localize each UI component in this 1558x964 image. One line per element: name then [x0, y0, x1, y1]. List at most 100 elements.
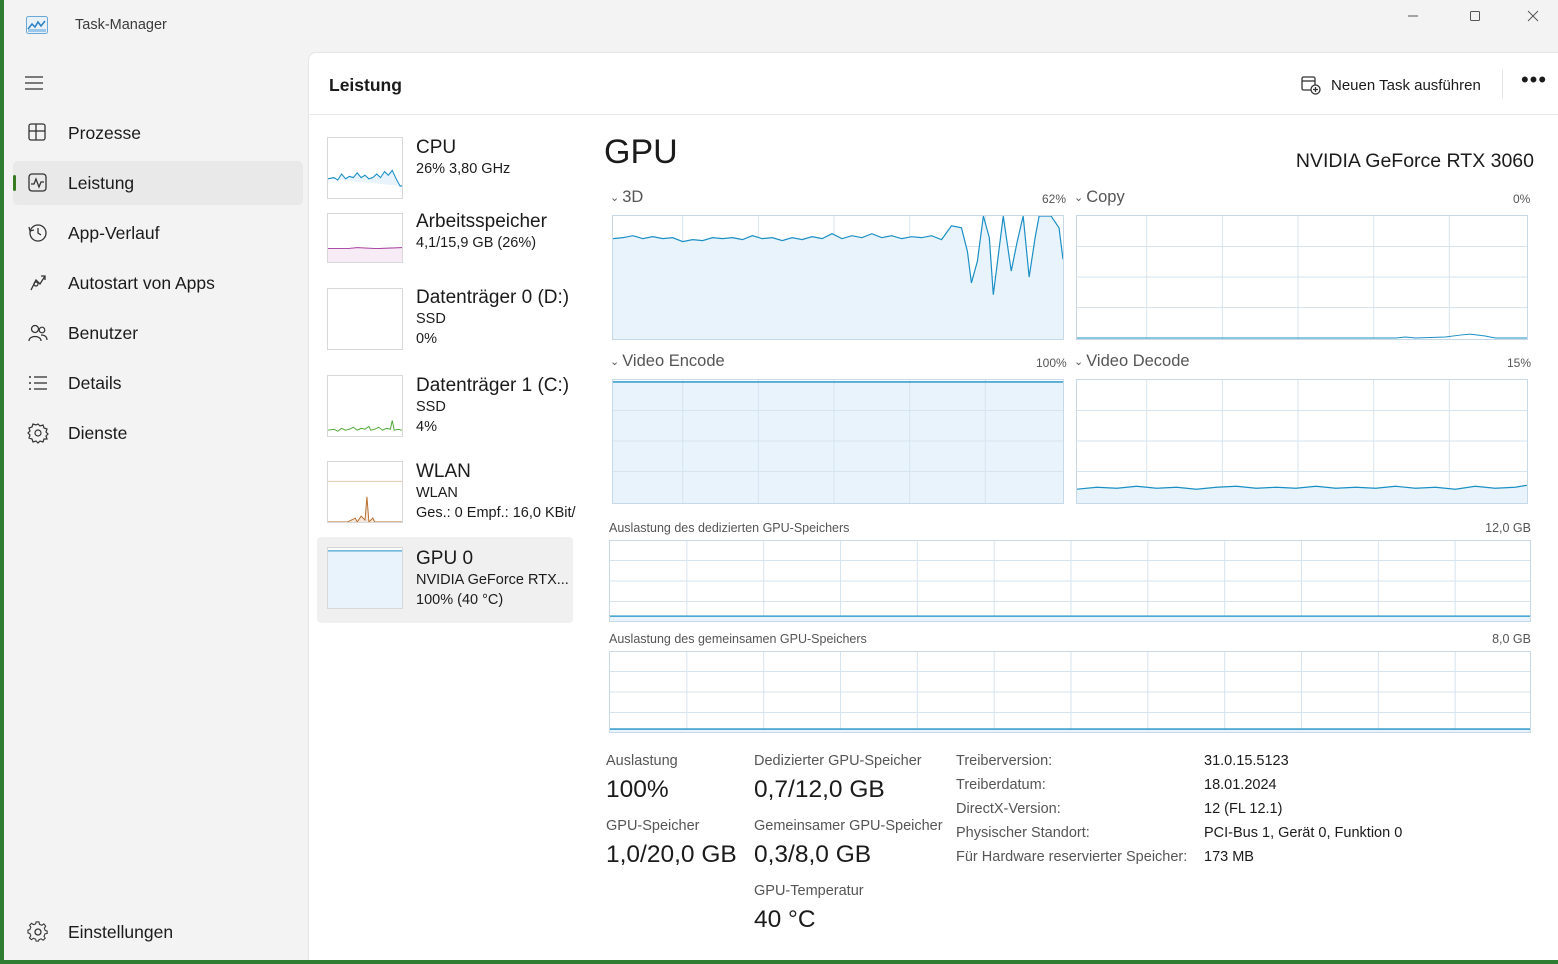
nav-label: Einstellungen: [68, 921, 174, 942]
history-icon: [28, 224, 47, 242]
nav-item-settings[interactable]: Einstellungen: [13, 910, 303, 954]
hamburger-menu-icon[interactable]: [24, 72, 52, 94]
resource-detail: 0%: [416, 331, 437, 347]
resource-name: CPU: [416, 137, 457, 158]
resource-name: WLAN: [416, 461, 471, 482]
header-separator: [1502, 69, 1503, 99]
gear-icon: [27, 921, 48, 942]
resource-model: NVIDIA GeForce RTX...: [416, 572, 569, 588]
resource-type: WLAN: [416, 485, 458, 501]
resource-item-disk-1[interactable]: Datenträger 1 (C:) SSD 4%: [317, 373, 573, 453]
nav-label: Leistung: [68, 172, 135, 193]
engine-selector-video-decode[interactable]: ⌄ Video Decode: [1074, 352, 1190, 371]
nav-item-app-history[interactable]: App-Verlauf: [13, 211, 303, 255]
nav-label: Details: [68, 372, 122, 393]
services-icon: [27, 423, 49, 444]
page-title: Leistung: [329, 75, 402, 95]
minimize-icon: [1408, 15, 1418, 17]
engine-graph-3d: [612, 215, 1064, 340]
engine-percent: 15%: [1507, 356, 1532, 370]
resource-item-cpu[interactable]: CPU 26% 3,80 GHz: [317, 125, 573, 205]
users-icon: [28, 324, 48, 342]
memory-thumbnail-graph: [327, 213, 403, 263]
minimize-button[interactable]: [1384, 0, 1442, 32]
resource-name: Arbeitsspeicher: [416, 211, 547, 232]
resource-name: GPU 0: [416, 548, 474, 569]
chevron-down-icon: ⌄: [610, 192, 620, 204]
nav-item-performance[interactable]: Leistung: [13, 161, 303, 205]
nav-label: Autostart von Apps: [68, 272, 215, 293]
chevron-down-icon: ⌄: [1074, 356, 1084, 368]
content-header: Leistung Neuen Task ausführen •••: [309, 53, 1558, 115]
driver-date-key: Treiberdatum:: [956, 777, 1046, 793]
physical-location-key: Physischer Standort:: [956, 825, 1090, 841]
gpu-heading: GPU: [604, 133, 678, 171]
shared-memory-graph: [609, 651, 1531, 733]
shared-memory-stat-label: Gemeinsamer GPU-Speicher: [754, 818, 943, 834]
dedicated-memory-stat-value: 0,7/12,0 GB: [754, 776, 885, 803]
maximize-button[interactable]: [1446, 0, 1504, 32]
dedicated-memory-max: 12,0 GB: [1485, 521, 1531, 535]
engine-graph-video-encode: [612, 379, 1064, 504]
nav-label: Dienste: [68, 422, 128, 443]
shared-memory-stat-value: 0,3/8,0 GB: [754, 841, 872, 868]
more-icon: •••: [1520, 67, 1548, 92]
engine-selector-3d[interactable]: ⌄ 3D: [610, 188, 643, 207]
new-task-icon: [1301, 76, 1321, 95]
resource-name: Datenträger 0 (D:): [416, 287, 570, 308]
engine-label: 3D: [622, 188, 644, 206]
gpu-memory-label: GPU-Speicher: [606, 818, 700, 834]
resource-detail: Ges.: 0 Empf.: 16,0 KBit/: [416, 505, 576, 521]
dedicated-memory-stat-label: Dedizierter GPU-Speicher: [754, 753, 922, 769]
maximize-icon: [1470, 11, 1480, 21]
nav-item-processes[interactable]: Prozesse: [13, 111, 303, 155]
nav-label: Benutzer: [68, 322, 139, 343]
shared-memory-max: 8,0 GB: [1492, 632, 1531, 646]
engine-percent: 62%: [1042, 192, 1067, 206]
engine-percent: 0%: [1513, 192, 1531, 206]
directx-version-value: 12 (FL 12.1): [1204, 801, 1283, 817]
nav-item-details[interactable]: Details: [13, 361, 303, 405]
resource-detail: 4,1/15,9 GB (26%): [416, 235, 537, 251]
chevron-down-icon: ⌄: [1074, 192, 1084, 204]
task-manager-window: Task-Manager Prozesse Leistung App-Verla…: [0, 0, 1558, 964]
resource-name: Datenträger 1 (C:): [416, 375, 570, 396]
gpu-thumbnail-graph: [327, 547, 403, 609]
details-icon: [29, 376, 47, 390]
resource-item-gpu-0[interactable]: GPU 0 NVIDIA GeForce RTX... 100% (40 °C): [317, 537, 573, 623]
nav-label: App-Verlauf: [68, 222, 160, 243]
performance-icon: [28, 173, 47, 192]
performance-panel: Leistung Neuen Task ausführen ••• CPU 26…: [308, 52, 1558, 960]
resource-item-memory[interactable]: Arbeitsspeicher 4,1/15,9 GB (26%): [317, 203, 573, 283]
driver-version-value: 31.0.15.5123: [1204, 753, 1289, 769]
engine-label: Video Decode: [1086, 352, 1190, 370]
dedicated-memory-graph: [609, 540, 1531, 622]
reserved-memory-key: Für Hardware reservierter Speicher:: [956, 849, 1188, 865]
close-icon: [1527, 10, 1539, 22]
gpu-temperature-label: GPU-Temperatur: [754, 883, 864, 899]
nav-item-services[interactable]: Dienste: [13, 411, 303, 455]
nav-label: Prozesse: [68, 122, 141, 143]
more-options-button[interactable]: •••: [1519, 69, 1549, 97]
nav-item-startup-apps[interactable]: Autostart von Apps: [13, 261, 303, 305]
active-indicator: [13, 175, 16, 191]
driver-version-key: Treiberversion:: [956, 753, 1053, 769]
gpu-model-name: NVIDIA GeForce RTX 3060: [1295, 150, 1534, 172]
startup-icon: [30, 275, 46, 291]
resource-type: SSD: [416, 311, 446, 327]
resource-item-wlan[interactable]: WLAN WLAN Ges.: 0 Empf.: 16,0 KBit/: [317, 459, 576, 539]
dedicated-memory-label: Auslastung des dedizierten GPU-Speichers: [609, 521, 850, 535]
title-bar: Task-Manager: [4, 0, 1558, 52]
new-task-button[interactable]: Neuen Task ausführen: [1301, 73, 1481, 97]
engine-selector-video-encode[interactable]: ⌄ Video Encode: [610, 352, 725, 371]
engine-selector-copy[interactable]: ⌄ Copy: [1074, 188, 1125, 207]
resource-item-disk-0[interactable]: Datenträger 0 (D:) SSD 0%: [317, 285, 573, 365]
cpu-thumbnail-graph: [327, 137, 403, 199]
disk0-thumbnail-graph: [327, 288, 403, 350]
physical-location-value: PCI-Bus 1, Gerät 0, Funktion 0: [1204, 825, 1403, 841]
resource-detail: 100% (40 °C): [416, 592, 504, 608]
new-task-label: Neuen Task ausführen: [1331, 76, 1481, 94]
close-button[interactable]: [1504, 0, 1558, 32]
wlan-thumbnail-graph: [327, 461, 403, 523]
nav-item-users[interactable]: Benutzer: [13, 311, 303, 355]
